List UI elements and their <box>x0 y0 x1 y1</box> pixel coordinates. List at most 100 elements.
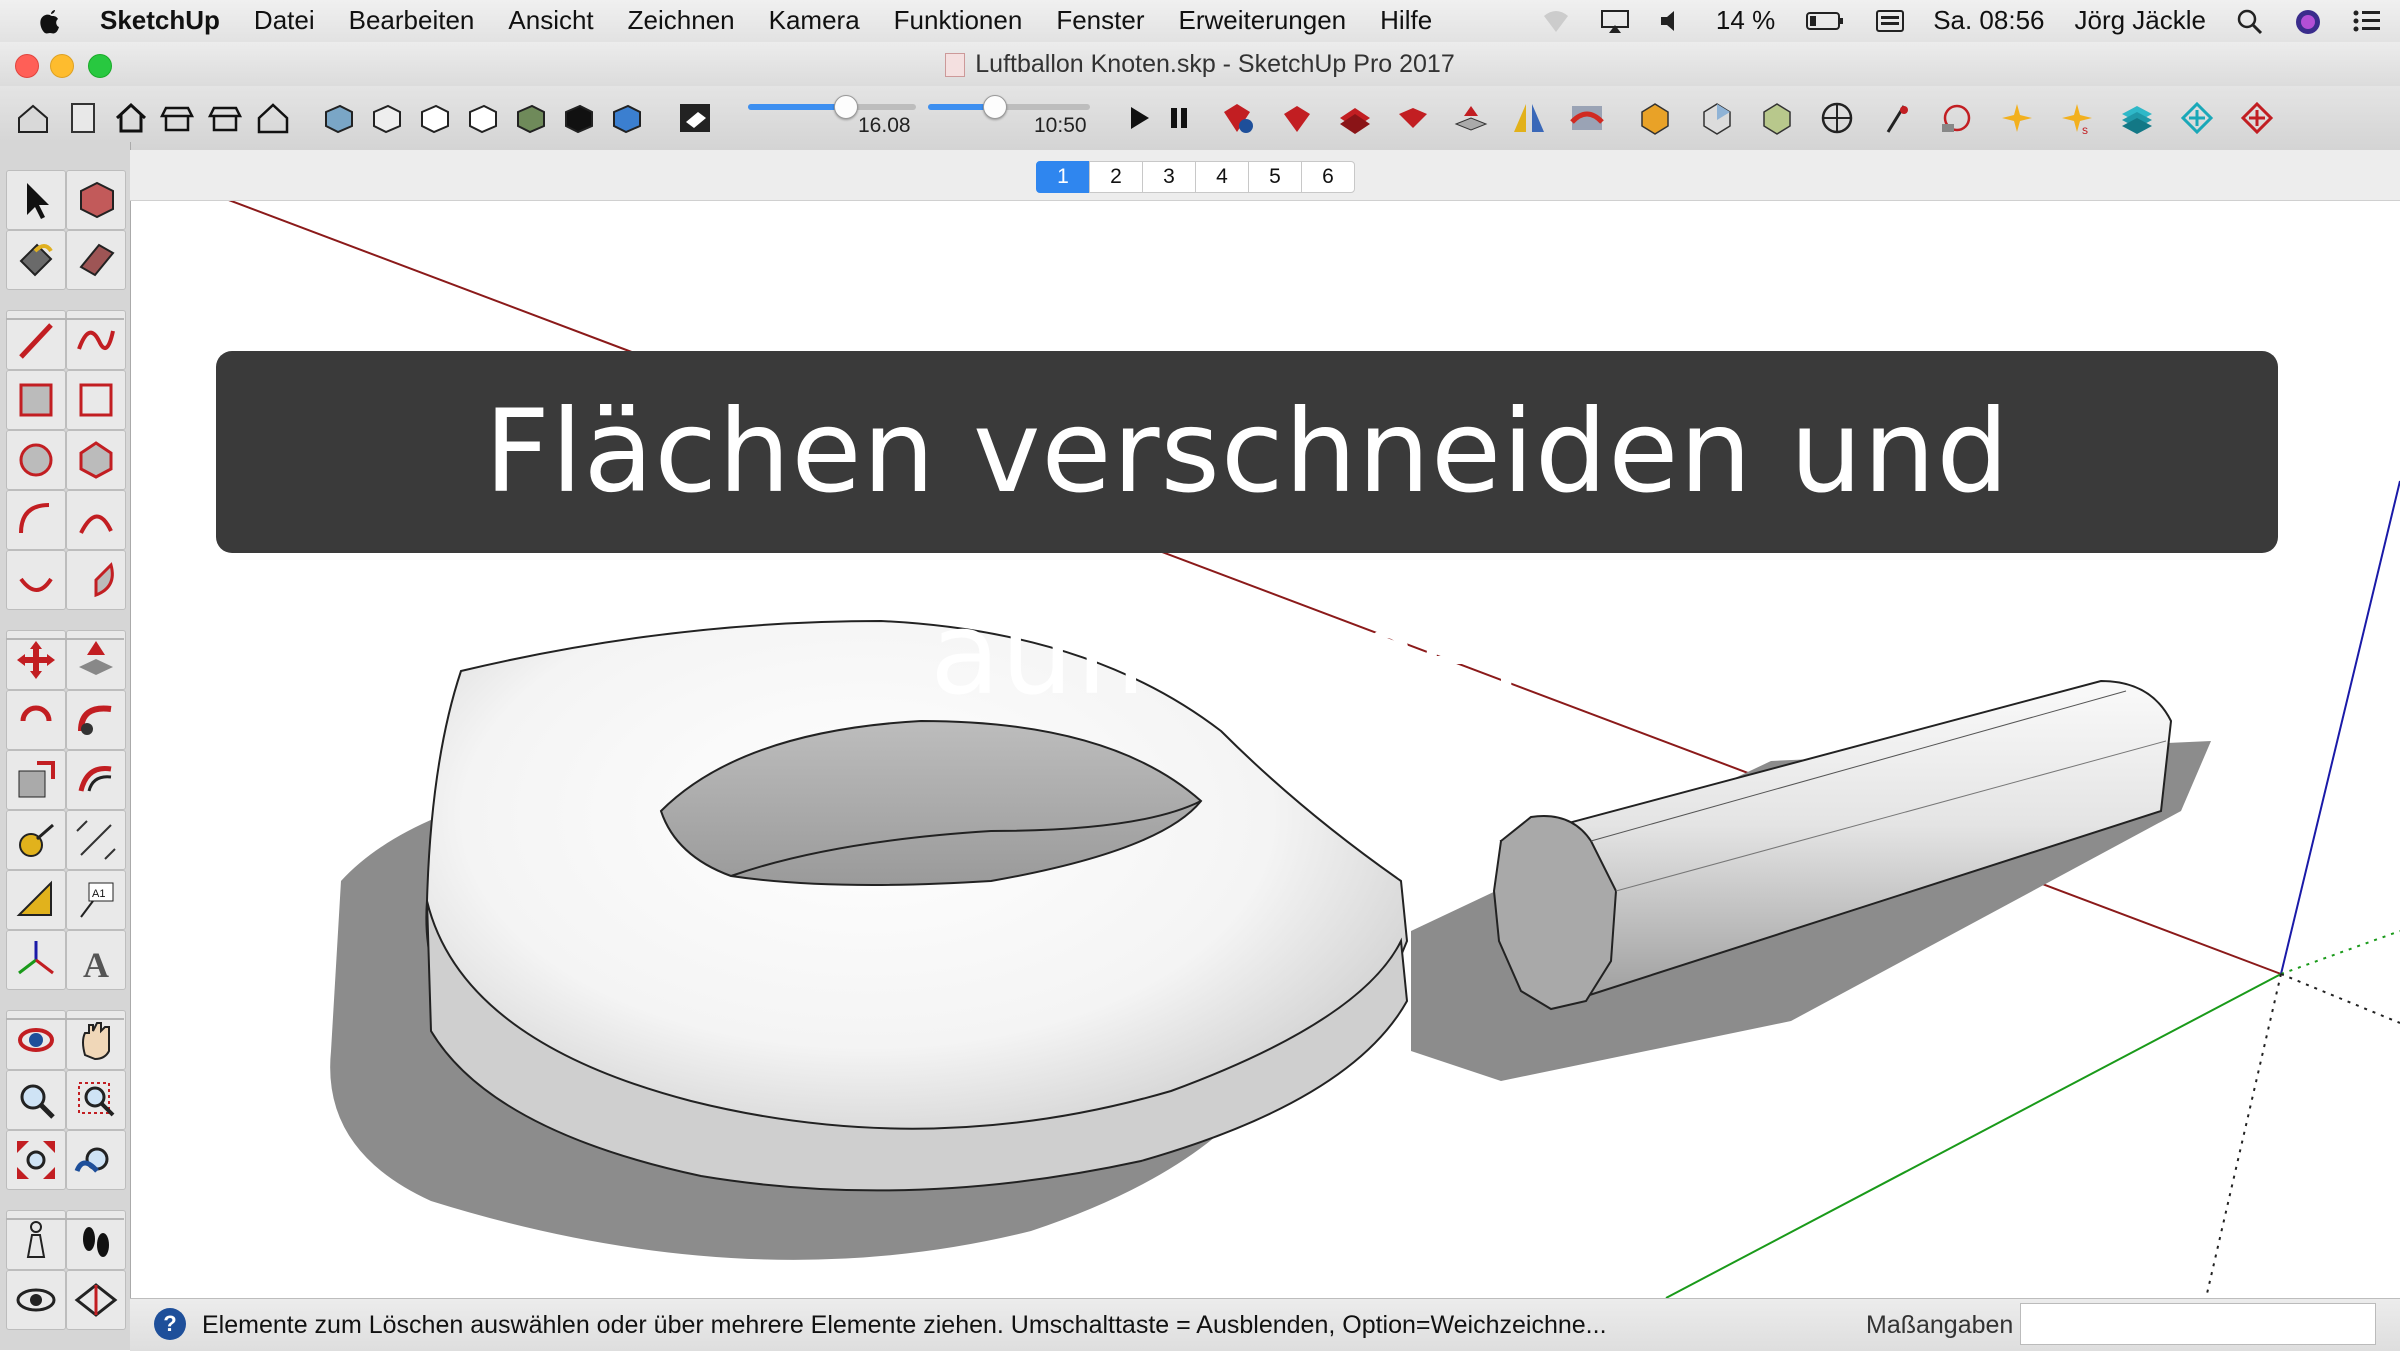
shadow-date-slider[interactable] <box>748 95 916 119</box>
dimension-icon[interactable] <box>66 810 126 870</box>
battery-icon[interactable] <box>1805 8 1845 34</box>
push-pull-icon[interactable] <box>1452 100 1490 136</box>
wireframe-icon[interactable] <box>512 100 550 136</box>
top-view-icon[interactable] <box>368 100 406 136</box>
zoom-window-icon[interactable] <box>66 1070 126 1130</box>
front-view-icon[interactable] <box>158 100 196 136</box>
house-outline-icon[interactable] <box>254 100 292 136</box>
wifi-icon[interactable] <box>1542 8 1570 34</box>
menu-datei[interactable]: Datei <box>254 5 315 36</box>
menu-zeichnen[interactable]: Zeichnen <box>628 5 735 36</box>
rotated-rectangle-icon[interactable] <box>66 370 126 430</box>
scene-tab-6[interactable]: 6 <box>1301 161 1355 193</box>
ruby-icon[interactable] <box>1278 100 1316 136</box>
main-toolbar: 16.08 10:50 s <box>0 86 2400 151</box>
paint-bucket-icon[interactable] <box>6 230 66 290</box>
left-view-icon[interactable] <box>464 100 502 136</box>
scale-icon[interactable] <box>6 750 66 810</box>
rotate-icon[interactable] <box>6 690 66 750</box>
menu-hilfe[interactable]: Hilfe <box>1380 5 1432 36</box>
section-plane-icon[interactable] <box>66 1270 126 1330</box>
home-icon[interactable] <box>112 100 150 136</box>
minimize-window-button[interactable] <box>50 54 74 78</box>
keyboard-icon[interactable] <box>1875 8 1905 34</box>
three-point-arc-icon[interactable] <box>6 550 66 610</box>
menu-bearbeiten[interactable]: Bearbeiten <box>349 5 475 36</box>
dimension-icon[interactable] <box>1938 100 1976 136</box>
eraser-icon[interactable] <box>66 230 126 290</box>
explode-icon[interactable] <box>1998 100 2036 136</box>
zoom-icon[interactable] <box>6 1070 66 1130</box>
scene-tab-5[interactable]: 5 <box>1248 161 1302 193</box>
menu-app-name[interactable]: SketchUp <box>100 5 220 36</box>
look-around-icon[interactable] <box>6 1270 66 1330</box>
zoom-extents-icon[interactable] <box>6 1130 66 1190</box>
scene-tab-3[interactable]: 3 <box>1142 161 1196 193</box>
menu-erweiterungen[interactable]: Erweiterungen <box>1178 5 1346 36</box>
volume-icon[interactable] <box>1658 8 1686 34</box>
siri-icon[interactable] <box>2294 8 2322 34</box>
section-plane-icon[interactable] <box>1878 100 1916 136</box>
shaded-icon[interactable] <box>608 100 646 136</box>
airplay-icon[interactable] <box>1600 8 1629 34</box>
pie-icon[interactable] <box>66 550 126 610</box>
right-view-icon[interactable] <box>416 100 454 136</box>
menu-funktionen[interactable]: Funktionen <box>894 5 1023 36</box>
layers-icon[interactable] <box>2118 100 2156 136</box>
add-point-icon[interactable] <box>2178 100 2216 136</box>
solid-union-icon[interactable] <box>1636 100 1674 136</box>
notification-center-icon[interactable] <box>2352 8 2380 34</box>
clock[interactable]: Sa. 08:56 <box>1933 5 2044 36</box>
ruby-red-icon[interactable] <box>1394 100 1432 136</box>
scene-tab-2[interactable]: 2 <box>1089 161 1143 193</box>
measurements-input[interactable] <box>2020 1303 2376 1345</box>
3d-text-icon[interactable]: A <box>66 930 126 990</box>
arc-icon[interactable] <box>6 490 66 550</box>
solid-intersect-icon[interactable] <box>1698 100 1736 136</box>
sandbox-icon[interactable] <box>1568 100 1606 136</box>
axes-icon[interactable] <box>6 930 66 990</box>
menu-kamera[interactable]: Kamera <box>769 5 860 36</box>
solid-subtract-icon[interactable] <box>1758 100 1796 136</box>
close-window-button[interactable] <box>15 54 39 78</box>
rectangle-icon[interactable] <box>6 370 66 430</box>
tape-measure-icon[interactable] <box>6 810 66 870</box>
scene-tab-1[interactable]: 1 <box>1036 161 1090 193</box>
iso-view-icon[interactable] <box>320 100 358 136</box>
pause-icon[interactable] <box>1160 100 1198 136</box>
ruby-info-icon[interactable] <box>1218 100 1256 136</box>
follow-me-icon[interactable] <box>66 690 126 750</box>
previous-view-icon[interactable] <box>66 1130 126 1190</box>
apple-menu-icon[interactable] <box>36 6 64 43</box>
polygon-icon[interactable] <box>66 430 126 490</box>
document-proxy-icon[interactable] <box>945 53 966 78</box>
file-icon[interactable] <box>64 100 102 136</box>
play-icon[interactable] <box>1120 100 1158 136</box>
menu-fenster[interactable]: Fenster <box>1056 5 1144 36</box>
window-title-bar: Luftballon Knoten.skp - SketchUp Pro 201… <box>0 42 2400 86</box>
menu-ansicht[interactable]: Ansicht <box>508 5 593 36</box>
weld-icon[interactable]: s <box>2058 100 2096 137</box>
monochrome-icon[interactable] <box>676 100 714 136</box>
back-view-icon[interactable] <box>206 100 244 136</box>
select-icon[interactable] <box>6 170 66 230</box>
user-name[interactable]: Jörg Jäckle <box>2075 5 2207 36</box>
make-component-icon[interactable] <box>66 170 126 230</box>
text-icon[interactable]: A1 <box>66 870 126 930</box>
zoom-window-button[interactable] <box>88 54 112 78</box>
help-icon[interactable]: ? <box>154 1308 186 1340</box>
large-tool-set-icon[interactable] <box>14 100 52 136</box>
ruby-stack-icon[interactable] <box>1336 100 1374 136</box>
mirror-icon[interactable] <box>1510 100 1548 136</box>
spotlight-search-icon[interactable] <box>2236 8 2264 34</box>
protractor-icon[interactable] <box>6 870 66 930</box>
two-point-arc-icon[interactable] <box>66 490 126 550</box>
add-cross-icon[interactable] <box>2238 100 2276 136</box>
offset-icon[interactable] <box>66 750 126 810</box>
circle-icon[interactable] <box>6 430 66 490</box>
scene-tab-4[interactable]: 4 <box>1195 161 1249 193</box>
section-icon[interactable] <box>1818 100 1856 136</box>
shadow-time-slider[interactable] <box>928 95 1090 119</box>
red-axis-negative <box>2280 973 2400 1024</box>
hidden-line-icon[interactable] <box>560 100 598 136</box>
